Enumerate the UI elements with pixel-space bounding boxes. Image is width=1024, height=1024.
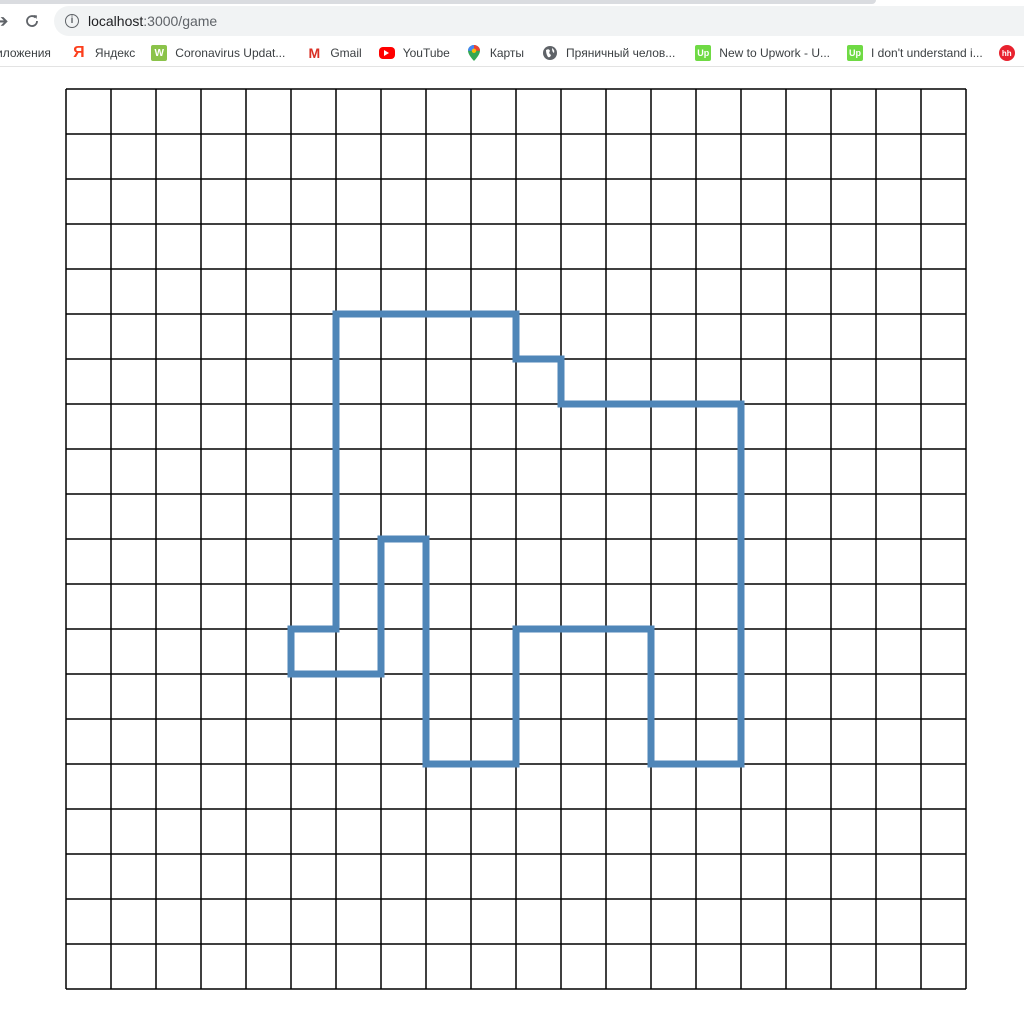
- bookmark-label: Карты: [489, 46, 525, 60]
- upwork-icon: Up: [695, 45, 712, 61]
- address-bar[interactable]: i localhost:3000/game: [54, 6, 1024, 36]
- bookmark-maps[interactable]: Карты: [466, 41, 524, 65]
- url-path: :3000/game: [143, 13, 218, 29]
- gmail-icon: M: [308, 45, 321, 61]
- hh-icon: hh: [998, 45, 1015, 61]
- info-icon[interactable]: i: [65, 14, 79, 28]
- bookmark-hh[interactable]: hh: [998, 41, 1023, 65]
- globe-icon: [543, 46, 558, 60]
- bookmark-label: Coronavirus Updat...: [175, 46, 286, 60]
- bookmark-apps[interactable]: иложения: [0, 41, 51, 65]
- bookmark-label: иложения: [0, 46, 51, 60]
- grid-lines: [65, 88, 967, 990]
- youtube-icon: [378, 47, 395, 59]
- bookmark-label: Пряничный челов...: [566, 46, 676, 60]
- bookmark-label: I don't understand i...: [871, 46, 983, 60]
- tab-strip: [0, 0, 876, 4]
- yandex-icon: Я: [73, 44, 85, 61]
- upwork-icon: Up: [847, 45, 863, 61]
- reload-icon: [26, 15, 38, 27]
- url-host: localhost: [88, 13, 144, 29]
- bookmark-gmail[interactable]: M Gmail: [306, 41, 362, 65]
- maps-pin-icon: [467, 45, 480, 61]
- bookmarks-bar: иложения Я Яндекс W Coronavirus Updat...…: [0, 40, 1024, 67]
- bookmark-coronavirus[interactable]: W Coronavirus Updat...: [151, 41, 285, 65]
- bookmark-youtube[interactable]: YouTube: [378, 41, 450, 65]
- bookmark-yandex[interactable]: Я Яндекс: [71, 41, 135, 65]
- browser-chrome: ➔ i localhost:3000/game иложения Я Яндек…: [0, 0, 1024, 72]
- bookmark-label: Яндекс: [94, 46, 136, 60]
- bookmark-upwork-2[interactable]: Up I don't understand i...: [847, 41, 983, 65]
- bookmark-label: New to Upwork - U...: [719, 46, 830, 60]
- bookmark-upwork-1[interactable]: Up New to Upwork - U...: [695, 41, 830, 65]
- arrow-right-icon: ➔: [0, 10, 9, 31]
- coronavirus-icon: W: [151, 45, 168, 61]
- back-button[interactable]: ➔: [0, 8, 14, 34]
- reload-button[interactable]: [19, 8, 45, 34]
- bookmark-label: Gmail: [330, 46, 362, 60]
- game-area: [0, 72, 1024, 1024]
- bookmark-gingerbread[interactable]: Пряничный челов...: [542, 41, 675, 65]
- bookmark-label: YouTube: [402, 46, 450, 60]
- game-board[interactable]: [0, 72, 1024, 1024]
